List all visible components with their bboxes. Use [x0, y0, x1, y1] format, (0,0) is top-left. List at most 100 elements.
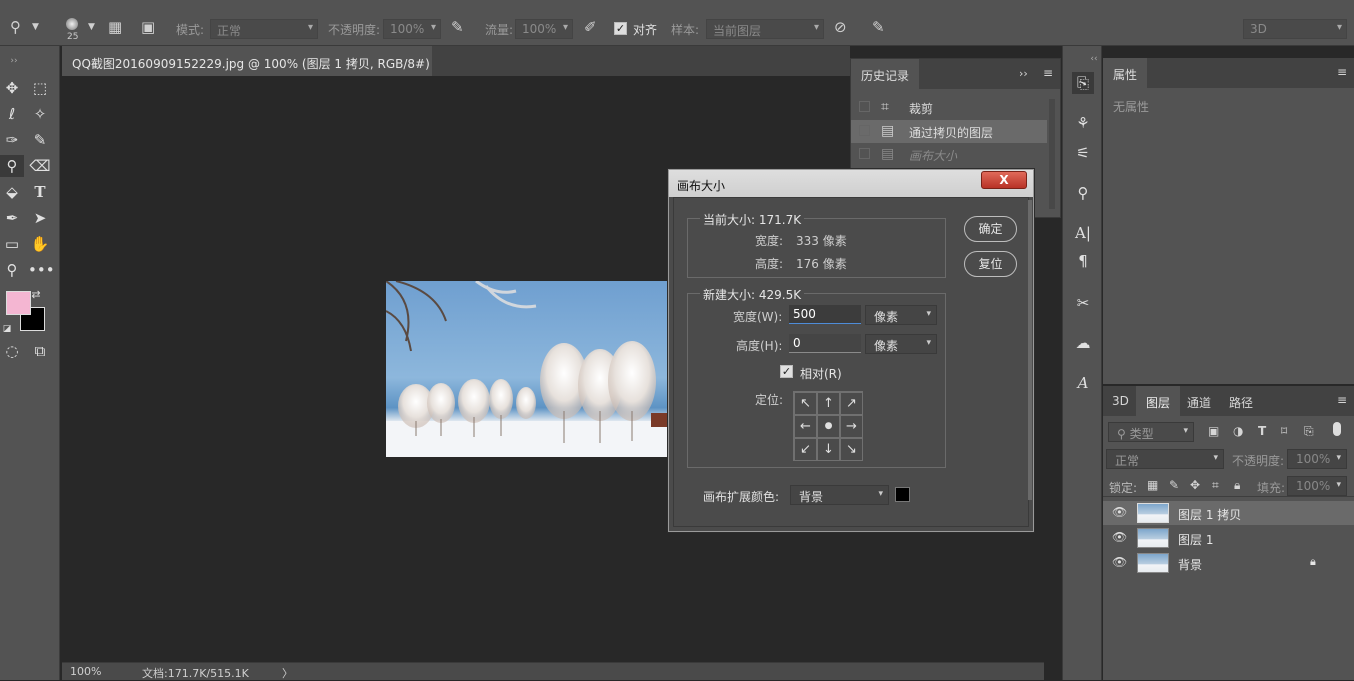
eraser-tool-icon[interactable]: ⌫ [28, 155, 52, 177]
layer-row[interactable]: 👁︎ 背景 🔒︎ [1103, 551, 1354, 575]
mode-select[interactable]: 正常 ▾ [210, 19, 318, 39]
ok-button[interactable]: 确定 [964, 216, 1017, 242]
anchor-bottom-left[interactable]: ↙ [794, 438, 817, 461]
eye-icon[interactable]: 👁︎ [1112, 555, 1127, 569]
align-checkbox[interactable]: ✓ [614, 22, 627, 35]
layer-opacity-input[interactable]: 100% ▾ [1287, 449, 1347, 469]
ignore-adjustment-icon[interactable]: ⊘ [834, 20, 847, 35]
document-image[interactable] [386, 281, 669, 457]
adjustment-filter-icon[interactable]: ◑ [1233, 424, 1243, 438]
history-snapshot-checkbox[interactable] [859, 101, 870, 112]
history-panel-icon[interactable]: ⎘ [1072, 72, 1094, 94]
brush-settings-icon[interactable]: ⚘ [1072, 112, 1094, 134]
tab-properties[interactable]: 属性 [1103, 58, 1148, 88]
tab-layers[interactable]: 图层 [1136, 386, 1181, 416]
type-tool-icon[interactable]: T [28, 181, 52, 203]
tab-channels[interactable]: 通道 [1187, 394, 1211, 411]
more-tools-icon[interactable]: ••• [28, 259, 55, 281]
anchor-top-left[interactable]: ↖ [794, 392, 817, 415]
zoom-level[interactable]: 100% [70, 665, 101, 678]
tab-paths[interactable]: 路径 [1229, 394, 1253, 411]
brush-tool-icon[interactable]: ✎ [28, 129, 52, 151]
tab-history[interactable]: 历史记录 [851, 59, 920, 89]
marquee-tool-icon[interactable]: ⬚ [28, 77, 52, 99]
smart-object-filter-icon[interactable]: ⎘ [1304, 424, 1314, 439]
lock-all-icon[interactable]: 🔒︎ [1234, 478, 1240, 493]
flow-input[interactable]: 100% ▾ [515, 19, 573, 39]
workspace-select[interactable]: 3D ▾ [1243, 19, 1347, 39]
tools-preset-icon[interactable]: ✂ [1072, 292, 1094, 314]
layer-name[interactable]: 图层 1 [1178, 531, 1213, 548]
layer-filter-select[interactable]: ⚲ 类型 ▾ [1108, 422, 1194, 442]
lock-transparent-icon[interactable]: ▦ [1147, 478, 1158, 492]
character-icon[interactable]: A| [1072, 222, 1094, 244]
move-tool-icon[interactable]: ✥ [0, 77, 24, 99]
layer-name[interactable]: 背景 [1178, 556, 1202, 573]
chevron-down-icon[interactable]: ▼ [88, 23, 95, 32]
reset-button[interactable]: 复位 [964, 251, 1017, 277]
history-snapshot-checkbox[interactable] [859, 125, 870, 136]
sample-select[interactable]: 当前图层 ▾ [706, 19, 824, 39]
anchor-top-right[interactable]: ↗ [840, 392, 863, 415]
height-unit-select[interactable]: 像素 ▾ [865, 334, 937, 354]
history-item[interactable]: ⌗ 裁剪 [851, 96, 1047, 119]
width-input[interactable]: 500 [789, 305, 861, 324]
screen-mode-icon[interactable]: ⧉ [28, 340, 52, 362]
paint-bucket-tool-icon[interactable]: ⬙ [0, 181, 24, 203]
dialog-title-bar[interactable]: 画布大小 X [669, 170, 1033, 197]
relative-checkbox[interactable]: ✓ [780, 365, 793, 378]
close-button[interactable]: X [981, 171, 1027, 189]
status-menu-arrow[interactable]: 〉 [282, 665, 293, 681]
anchor-center[interactable]: ● [817, 415, 840, 438]
collapse-icon[interactable]: ‹‹ [1083, 48, 1105, 70]
pressure-size-icon[interactable]: ✎ [872, 20, 885, 35]
anchor-bottom[interactable]: ↓ [817, 438, 840, 461]
pressure-opacity-icon[interactable]: ✎ [451, 20, 464, 35]
shape-filter-icon[interactable]: ⌑ [1281, 424, 1287, 438]
layer-name[interactable]: 图层 1 拷贝 [1178, 506, 1241, 523]
anchor-left[interactable]: ← [794, 415, 817, 438]
history-snapshot-checkbox[interactable] [859, 148, 870, 159]
hand-tool-icon[interactable]: ✋ [28, 233, 52, 255]
path-select-tool-icon[interactable]: ➤ [28, 207, 52, 229]
brush-panel-icon[interactable]: ▦ [108, 20, 122, 35]
layer-fill-input[interactable]: 100% ▾ [1287, 476, 1347, 496]
quick-select-tool-icon[interactable]: ✧ [28, 103, 52, 125]
adjustments-icon[interactable]: ⚟ [1072, 142, 1094, 164]
default-colors-icon[interactable]: ◪ [0, 318, 14, 340]
history-scrollbar[interactable] [1049, 99, 1055, 209]
blend-mode-select[interactable]: 正常 ▾ [1106, 449, 1224, 469]
layer-row[interactable]: 👁︎ 图层 1 拷贝 [1103, 501, 1354, 525]
eye-icon[interactable]: 👁︎ [1112, 505, 1127, 519]
anchor-right[interactable]: → [840, 415, 863, 438]
stamp-tool-icon[interactable]: ⚲ [0, 155, 24, 177]
filter-toggle[interactable] [1333, 422, 1341, 436]
opacity-input[interactable]: 100% ▾ [383, 19, 441, 39]
expand-icon[interactable]: ›› [1019, 67, 1028, 80]
width-unit-select[interactable]: 像素 ▾ [865, 305, 937, 325]
anchor-bottom-right[interactable]: ↘ [840, 438, 863, 461]
extension-color-swatch[interactable] [895, 487, 910, 502]
history-item[interactable]: ▤ 画布大小 [851, 143, 1047, 166]
extension-color-select[interactable]: 背景 ▾ [790, 485, 889, 505]
lock-position-icon[interactable]: ✥ [1190, 478, 1200, 492]
eye-icon[interactable]: 👁︎ [1112, 530, 1127, 544]
libraries-icon[interactable]: ☁ [1072, 332, 1094, 354]
quick-mask-icon[interactable]: ◌ [0, 340, 24, 362]
lock-artboard-icon[interactable]: ⌗ [1212, 478, 1219, 493]
lasso-tool-icon[interactable]: ℓ [0, 103, 24, 125]
paragraph-icon[interactable]: ¶ [1072, 250, 1094, 272]
pen-tool-icon[interactable]: ✒ [0, 207, 24, 229]
tab-3d[interactable]: 3D [1112, 394, 1129, 408]
brush-preview-icon[interactable] [66, 18, 78, 30]
anchor-top[interactable]: ↑ [817, 392, 840, 415]
pixel-filter-icon[interactable]: ▣ [1208, 424, 1219, 438]
collapse-icon[interactable]: ›› [2, 50, 26, 72]
height-input[interactable]: 0 [789, 334, 861, 353]
panel-menu-icon[interactable]: ≡ [1337, 393, 1347, 407]
zoom-tool-icon[interactable]: ⚲ [0, 259, 24, 281]
clone-source-icon[interactable]: ▣ [141, 20, 155, 35]
stamp-tool-icon[interactable]: ⚲ [10, 20, 21, 35]
airbrush-icon[interactable]: ✐ [584, 20, 597, 35]
clone-source-panel-icon[interactable]: ⚲ [1072, 182, 1094, 204]
